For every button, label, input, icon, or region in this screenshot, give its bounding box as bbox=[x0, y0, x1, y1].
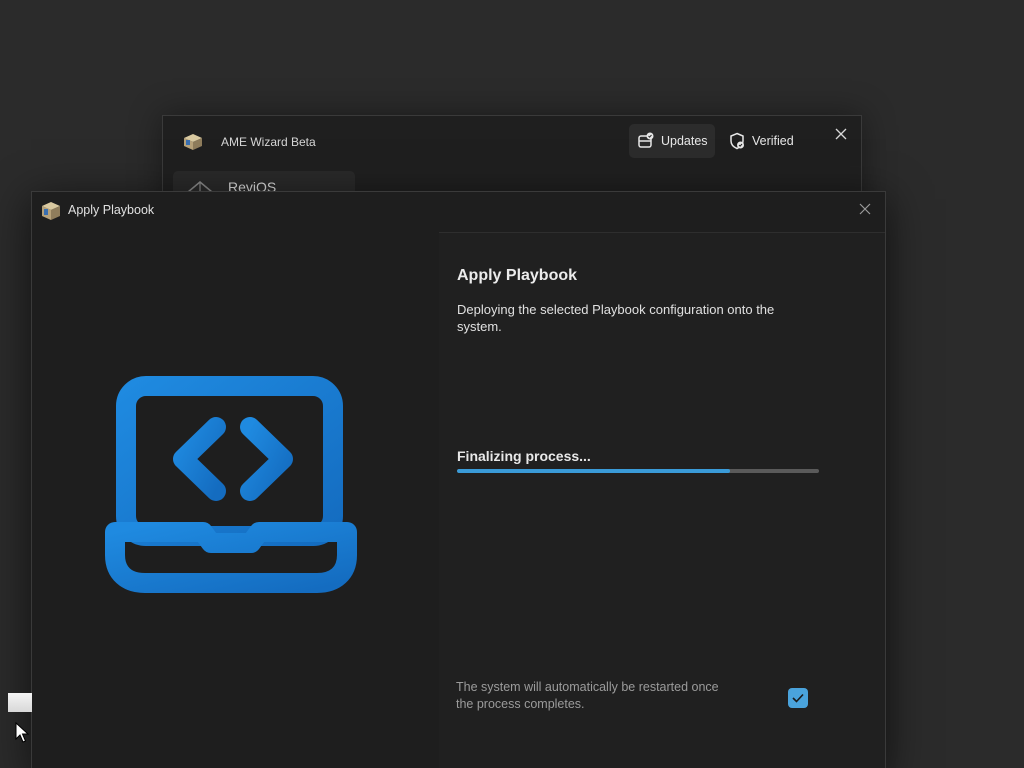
page-description: Deploying the selected Playbook configur… bbox=[457, 302, 775, 334]
status-text: Finalizing process... bbox=[457, 448, 591, 464]
updates-button[interactable]: Updates bbox=[629, 124, 715, 158]
package-box-icon bbox=[42, 202, 60, 220]
laptop-code-icon bbox=[105, 376, 357, 593]
verified-label: Verified bbox=[752, 134, 794, 148]
restart-checkbox[interactable] bbox=[788, 688, 808, 708]
illustration-panel bbox=[32, 232, 439, 768]
verified-button[interactable]: Verified bbox=[728, 124, 794, 158]
dialog-close-button[interactable] bbox=[852, 196, 878, 222]
desktop: AME Wizard Beta Updates Verified ReviOS … bbox=[0, 0, 1024, 768]
updates-label: Updates bbox=[661, 134, 708, 148]
shield-check-icon bbox=[730, 132, 744, 150]
close-icon bbox=[835, 128, 847, 140]
progress-panel: Apply Playbook Deploying the selected Pl… bbox=[439, 232, 885, 768]
apply-playbook-dialog: Apply Playbook Apply Playbook Deploying … bbox=[31, 191, 886, 768]
ame-wizard-titlebar: AME Wizard Beta Updates Verified bbox=[163, 116, 861, 166]
ame-wizard-title: AME Wizard Beta bbox=[221, 135, 316, 149]
checkmark-icon bbox=[792, 693, 804, 703]
package-box-icon bbox=[184, 134, 202, 150]
mouse-pointer-icon bbox=[15, 722, 29, 743]
taskbar-fragment bbox=[8, 693, 32, 712]
progress-bar-fill bbox=[457, 469, 731, 473]
ame-wizard-close-button[interactable] bbox=[829, 122, 853, 146]
close-icon bbox=[859, 203, 871, 215]
progress-bar bbox=[457, 469, 819, 473]
dialog-title: Apply Playbook bbox=[68, 203, 155, 217]
restart-note: The system will automatically be restart… bbox=[456, 680, 719, 711]
updates-icon bbox=[638, 132, 654, 148]
page-title: Apply Playbook bbox=[457, 267, 578, 284]
dialog-titlebar: Apply Playbook bbox=[32, 192, 885, 232]
